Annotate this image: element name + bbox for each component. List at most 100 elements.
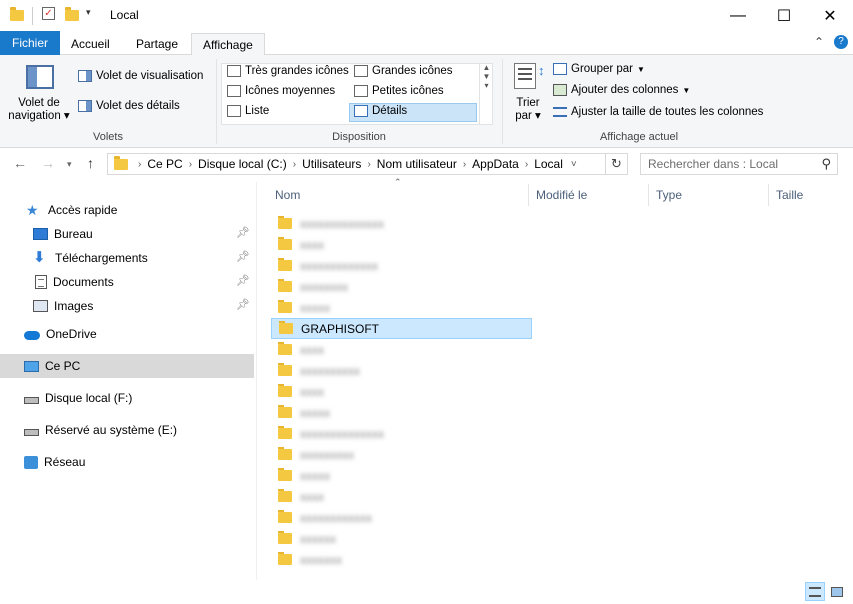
forward-button[interactable]: →	[41, 155, 55, 171]
file-row[interactable]: xxxx	[271, 339, 532, 360]
help-icon[interactable]: ?	[834, 35, 848, 49]
tab-file[interactable]: Fichier	[0, 31, 61, 55]
layout-large-icons[interactable]: Grandes icônes	[354, 65, 453, 77]
file-row[interactable]: xxxx	[271, 486, 532, 507]
breadcrumb-item[interactable]: Ce PC	[145, 157, 184, 171]
file-row[interactable]: xxxxxxxxxx	[271, 360, 532, 381]
layout-list[interactable]: Liste	[227, 105, 269, 117]
sidebar-item-downloads[interactable]: ⬇ Téléchargements 📌︎	[0, 246, 254, 270]
breadcrumb-item[interactable]: Disque local (C:)	[196, 157, 289, 171]
collapse-ribbon-icon[interactable]: ⌃	[814, 35, 824, 49]
file-row[interactable]: xxxxx	[271, 402, 532, 423]
sidebar-item-quick-access[interactable]: ★ Accès rapide	[0, 198, 254, 222]
column-header-size[interactable]: Taille	[776, 188, 803, 212]
sidebar-item-label: Documents	[53, 275, 114, 289]
new-folder-icon[interactable]	[65, 7, 81, 23]
file-row[interactable]: xxxxxxxxxxxxxx	[271, 213, 532, 234]
chevron-right-icon[interactable]: ›	[363, 159, 374, 170]
navigation-pane-icon[interactable]	[26, 65, 54, 89]
file-row[interactable]: xxxxxx	[271, 528, 532, 549]
pin-icon[interactable]: 📌︎	[236, 298, 250, 311]
file-row[interactable]: xxxxxxxxxxxxxx	[271, 423, 532, 444]
pin-icon[interactable]: 📌︎	[236, 250, 250, 263]
sidebar-item-onedrive[interactable]: OneDrive	[0, 322, 254, 346]
navigation-pane: ★ Accès rapide Bureau 📌︎ ⬇ Téléchargemen…	[0, 182, 256, 580]
chevron-right-icon[interactable]: ›	[459, 159, 470, 170]
tab-share[interactable]: Partage	[125, 33, 189, 56]
layout-gallery-scroll[interactable]: ▲ ▼ ▾	[479, 63, 493, 125]
chevron-down-icon[interactable]: ˅	[567, 159, 581, 170]
chevron-right-icon[interactable]: ›	[134, 159, 145, 170]
file-row[interactable]: xxxxxxxxxxxxx	[271, 255, 532, 276]
column-header-name[interactable]: Nom	[275, 188, 300, 212]
file-row[interactable]: xxxxxxxx	[271, 276, 532, 297]
tab-home[interactable]: Accueil	[60, 33, 121, 56]
file-row-selected[interactable]: GRAPHISOFT	[271, 318, 532, 339]
details-pane-button[interactable]: Volet des détails	[78, 100, 180, 112]
network-icon	[24, 455, 38, 469]
chevron-right-icon[interactable]: ›	[521, 159, 532, 170]
layout-details[interactable]: Détails	[354, 105, 407, 117]
minimize-button[interactable]: —	[715, 0, 761, 31]
address-bar[interactable]: › Ce PC › Disque local (C:) › Utilisateu…	[107, 153, 606, 175]
layout-extra-large-icons[interactable]: Très grandes icônes	[227, 65, 349, 77]
properties-icon[interactable]: ✓	[42, 7, 58, 23]
sidebar-item-desktop[interactable]: Bureau 📌︎	[0, 222, 254, 246]
preview-pane-button[interactable]: Volet de visualisation	[78, 70, 203, 82]
close-button[interactable]: ✕	[807, 0, 853, 31]
recent-locations-button[interactable]: ▾	[67, 159, 72, 170]
column-header-type[interactable]: Type	[656, 188, 682, 212]
layout-medium-icons[interactable]: Icônes moyennes	[227, 85, 335, 97]
large-icons-view-button[interactable]	[827, 582, 847, 601]
search-placeholder: Rechercher dans : Local	[648, 157, 779, 171]
breadcrumb-item[interactable]: Nom utilisateur	[375, 157, 459, 171]
sort-by-button[interactable]: Trier par ▾	[513, 97, 543, 123]
sort-by-icon	[514, 63, 536, 89]
sidebar-item-label: Réservé au système (E:)	[45, 423, 178, 437]
file-name: xxxx	[300, 237, 324, 252]
maximize-button[interactable]: ☐	[761, 0, 807, 31]
column-header-modified[interactable]: Modifié le	[536, 188, 587, 212]
search-input[interactable]: Rechercher dans : Local ⚲	[640, 153, 838, 175]
file-row[interactable]: xxxx	[271, 381, 532, 402]
column-divider[interactable]	[648, 184, 649, 206]
group-by-button[interactable]: Grouper par ▼	[553, 63, 645, 75]
file-name: xxxx	[300, 342, 324, 357]
file-row[interactable]: xxxxx	[271, 297, 532, 318]
pane-divider[interactable]	[256, 182, 257, 580]
sidebar-item-network[interactable]: Réseau	[0, 450, 254, 474]
breadcrumb-item[interactable]: Local	[532, 157, 565, 171]
sidebar-item-documents[interactable]: Documents 📌︎	[0, 270, 254, 294]
navigation-pane-button[interactable]: Volet de navigation ▾	[6, 97, 72, 123]
file-row[interactable]: xxxxxxx	[271, 549, 532, 570]
chevron-right-icon[interactable]: ›	[185, 159, 196, 170]
column-divider[interactable]	[768, 184, 769, 206]
folder-icon	[10, 7, 26, 23]
folder-icon	[278, 363, 292, 376]
details-view-button[interactable]	[805, 582, 825, 601]
breadcrumb-item[interactable]: AppData	[470, 157, 521, 171]
details-icon	[354, 105, 368, 117]
pin-icon[interactable]: 📌︎	[236, 274, 250, 287]
up-button[interactable]: ↑	[87, 155, 94, 171]
sidebar-item-drive-f[interactable]: Disque local (F:)	[0, 386, 254, 410]
column-divider[interactable]	[528, 184, 529, 206]
sidebar-item-this-pc[interactable]: Ce PC	[0, 354, 254, 378]
sidebar-item-drive-e[interactable]: Réservé au système (E:)	[0, 418, 254, 442]
size-all-columns-button[interactable]: Ajuster la taille de toutes les colonnes	[553, 106, 763, 118]
layout-small-icons[interactable]: Petites icônes	[354, 85, 444, 97]
file-row[interactable]: xxxxx	[271, 465, 532, 486]
customize-toolbar-icon[interactable]: ▾	[86, 7, 102, 23]
preview-pane-label: Volet de visualisation	[96, 70, 204, 82]
file-row[interactable]: xxxxxxxxxxxx	[271, 507, 532, 528]
sidebar-item-images[interactable]: Images 📌︎	[0, 294, 254, 318]
tab-view[interactable]: Affichage	[191, 33, 265, 56]
file-row[interactable]: xxxxxxxxx	[271, 444, 532, 465]
file-row[interactable]: xxxx	[271, 234, 532, 255]
pin-icon[interactable]: 📌︎	[236, 226, 250, 239]
breadcrumb-item[interactable]: Utilisateurs	[300, 157, 363, 171]
back-button[interactable]: ←	[13, 155, 27, 171]
refresh-button[interactable]: ↻	[606, 153, 628, 175]
add-columns-button[interactable]: Ajouter des colonnes ▼	[553, 84, 690, 96]
chevron-right-icon[interactable]: ›	[289, 159, 300, 170]
